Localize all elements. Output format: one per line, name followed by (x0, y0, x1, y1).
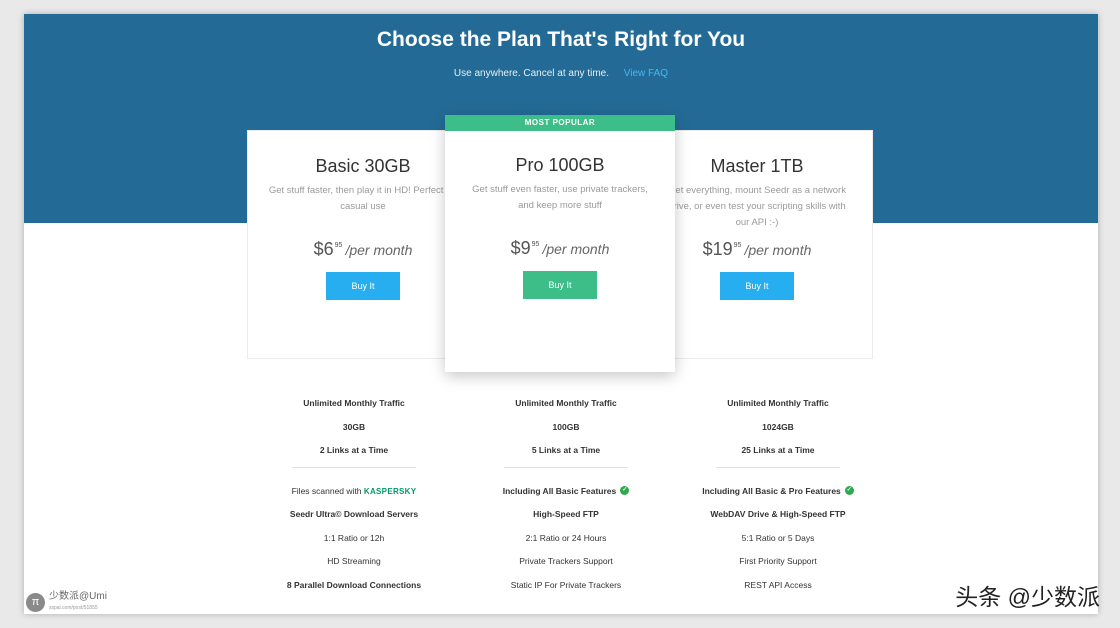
feature-divider (292, 466, 416, 468)
price-cents: 95 (334, 242, 343, 249)
kaspersky-logo: KASPERSKY (363, 486, 417, 496)
feature-item: Unlimited Monthly Traffic (515, 398, 617, 408)
plan-card-pro: MOST POPULAR Pro 100GB Get stuff even fa… (445, 115, 675, 372)
check-circle-icon: ✓ (844, 485, 854, 495)
feature-item: HD Streaming (327, 556, 381, 566)
feature-item: 25 Links at a Time (741, 445, 815, 455)
buy-basic-button[interactable]: Buy It (326, 272, 400, 300)
feature-item: Unlimited Monthly Traffic (303, 398, 405, 408)
watermark-author: 少数派@Umi (49, 590, 107, 602)
price-whole: 9 (520, 238, 531, 258)
plan-description: Get stuff faster, then play it in HD! Pe… (268, 185, 458, 212)
features-pro: Unlimited Monthly Traffic 100GB 5 Links … (476, 394, 656, 599)
plan-description: Get stuff even faster, use private track… (472, 184, 648, 211)
feature-item: 1024GB (762, 421, 794, 432)
plan-description: Get everything, mount Seedr as a network… (668, 185, 846, 228)
feature-item: High-Speed FTP (533, 509, 599, 519)
feature-item: 8 Parallel Download Connections (286, 579, 422, 590)
view-faq-link[interactable]: View FAQ (624, 68, 668, 79)
feature-item: Static IP For Private Trackers (510, 579, 622, 590)
feature-item: 100GB (552, 421, 580, 432)
feature-item: Unlimited Monthly Traffic (727, 398, 829, 408)
plan-name: Pro 100GB (515, 155, 605, 175)
page-subtitle: Use anywhere. Cancel at any time. View F… (24, 68, 1098, 79)
most-popular-badge: MOST POPULAR (445, 115, 675, 131)
watermark-text: 少数派@Umi sspai.com/post/51855 (49, 590, 107, 613)
price-currency: $ (702, 239, 713, 259)
feature-item: 2 Links at a Time (319, 445, 389, 455)
price-period: /per month (744, 242, 812, 258)
scan-label: Files scanned with (291, 485, 362, 496)
plan-name: Master 1TB (710, 156, 804, 176)
features-master: Unlimited Monthly Traffic 1024GB 25 Link… (688, 394, 868, 599)
price-period: /per month (345, 242, 413, 258)
feature-item: First Priority Support (739, 556, 817, 566)
feature-item: 30GB (342, 421, 366, 432)
page-title: Choose the Plan That's Right for You (376, 28, 746, 51)
feature-divider (716, 466, 840, 468)
watermark-url: sspai.com/post/51855 (49, 604, 98, 611)
feature-item: Private Trackers Support (519, 556, 613, 566)
features-basic: Unlimited Monthly Traffic 30GB 2 Links a… (264, 394, 444, 599)
feature-divider (504, 466, 628, 468)
subtitle-text: Use anywhere. Cancel at any time. (453, 68, 609, 79)
check-circle-icon: ✓ (620, 485, 630, 495)
plan-price: $695/per month (248, 239, 478, 260)
feature-item: Including All Basic Features ✓ (476, 482, 656, 506)
feature-item: 2:1 Ratio or 24 Hours (525, 532, 607, 543)
plan-price: $1995/per month (642, 239, 872, 260)
price-whole: 6 (323, 239, 334, 259)
price-whole: 19 (712, 239, 733, 259)
watermark-left: π 少数派@Umi sspai.com/post/51855 (26, 591, 107, 613)
feature-item-scanned: Files scanned with KASPERSKY (264, 482, 444, 506)
feature-text: Including All Basic & Pro Features (702, 485, 841, 496)
feature-item: 1:1 Ratio or 12h (323, 532, 385, 543)
price-cents: 95 (733, 242, 742, 249)
feature-item: Including All Basic & Pro Features ✓ (688, 482, 868, 506)
price-currency: $ (313, 239, 324, 259)
price-period: /per month (542, 241, 610, 257)
plan-card-master: Master 1TB Get everything, mount Seedr a… (641, 130, 873, 359)
plan-name: Basic 30GB (315, 156, 411, 176)
feature-item: 5 Links at a Time (531, 445, 601, 455)
watermark-right: 头条 @少数派 (955, 584, 1100, 610)
price-currency: $ (510, 238, 521, 258)
price-cents: 95 (531, 241, 540, 248)
feature-item: 5:1 Ratio or 5 Days (741, 532, 815, 543)
pricing-page: Choose the Plan That's Right for You Use… (24, 14, 1098, 614)
feature-item: Seedr Ultra© Download Servers (289, 509, 419, 519)
pi-logo-icon: π (26, 592, 45, 612)
feature-item: REST API Access (744, 579, 812, 590)
buy-master-button[interactable]: Buy It (720, 272, 794, 300)
feature-text: Including All Basic Features (502, 485, 617, 496)
buy-pro-button[interactable]: Buy It (523, 271, 597, 299)
feature-item: WebDAV Drive & High-Speed FTP (710, 509, 846, 519)
plan-price: $995/per month (445, 238, 675, 259)
